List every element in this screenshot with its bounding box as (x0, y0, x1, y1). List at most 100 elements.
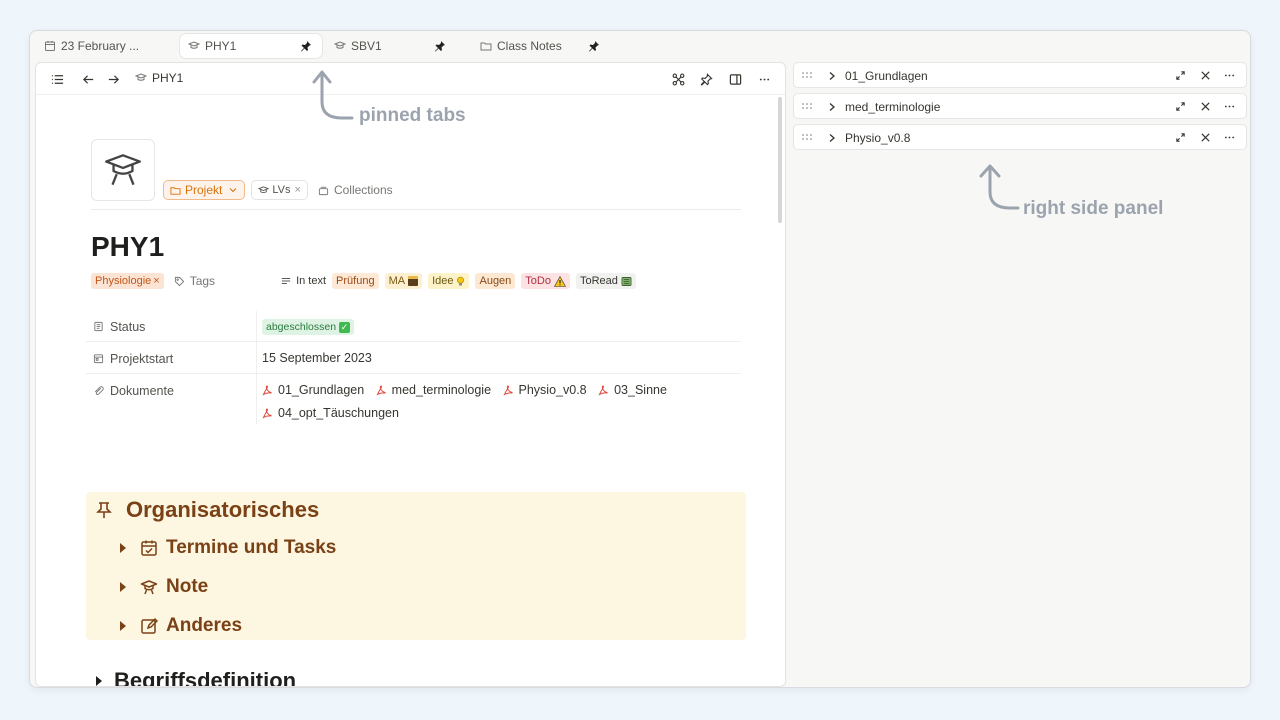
right-panel-item-label: 01_Grundlagen (845, 69, 928, 83)
pdf-icon (376, 385, 386, 396)
expand-icon[interactable] (1174, 69, 1186, 81)
callout-heading[interactable]: Organisatorisches (94, 497, 319, 523)
pin-outline-icon[interactable] (698, 71, 714, 87)
toggle-triangle-icon[interactable] (120, 621, 126, 631)
checkmark-icon: ✓ (339, 321, 351, 333)
collections-button[interactable]: Collections (314, 180, 397, 200)
toggle-termine-und-tasks[interactable]: Termine und Tasks (120, 537, 336, 559)
folder-icon (170, 186, 181, 195)
tag-row: Physiologie × Tags In text Prüfung MA Id… (91, 273, 642, 289)
list-icon[interactable] (49, 71, 65, 87)
tag-ma[interactable]: MA (384, 273, 423, 289)
toggle-triangle-icon[interactable] (120, 543, 126, 553)
page-icon[interactable] (91, 139, 155, 201)
pin-icon[interactable] (588, 40, 600, 52)
graph-icon[interactable] (670, 71, 686, 87)
tab-label: SBV1 (351, 39, 382, 53)
document-link-label: Physio_v0.8 (518, 383, 587, 397)
remove-icon[interactable]: × (153, 273, 159, 289)
chevron-right-icon[interactable] (827, 132, 837, 142)
forward-arrow-icon[interactable] (105, 71, 121, 87)
expand-icon[interactable] (1174, 100, 1186, 112)
more-icon[interactable] (1223, 100, 1235, 112)
page-title[interactable]: PHY1 (91, 231, 164, 263)
tag-pruefung[interactable]: Prüfung (332, 273, 379, 289)
tab-23-february[interactable]: 23 February ... (36, 34, 176, 58)
document-link-label: 03_Sinne (614, 383, 667, 397)
projekt-chip[interactable]: Projekt (163, 180, 246, 200)
right-panel-item[interactable]: med_terminologie (793, 93, 1247, 119)
divider (91, 209, 741, 210)
chevron-right-icon[interactable] (827, 70, 837, 80)
tag-icon (174, 276, 184, 286)
toggle-label: Anderes (166, 615, 243, 636)
drag-handle-icon[interactable] (801, 131, 813, 143)
pdf-icon (502, 385, 513, 396)
tab-sbv1[interactable]: SBV1 (326, 34, 456, 58)
toggle-begriffsdefinition[interactable]: Begriffsdefinition (96, 668, 296, 686)
tag-augen[interactable]: Augen (475, 273, 516, 289)
property-name: Dokumente (93, 384, 174, 398)
property-row-dokumente[interactable]: Dokumente 01_Grundlagen med_terminologie… (86, 374, 741, 424)
tab-bar: 23 February ... PHY1 SBV1 Class Notes (30, 31, 1250, 61)
chevron-right-icon[interactable] (827, 101, 837, 111)
expand-icon[interactable] (1174, 131, 1186, 143)
drag-handle-icon[interactable] (801, 100, 813, 112)
annotation-pinned-tabs: pinned tabs (359, 105, 466, 126)
projektstart-value[interactable]: 15 September 2023 (262, 351, 372, 365)
status-value[interactable]: abgeschlossen ✓ (262, 319, 360, 335)
lvs-chip[interactable]: LVs × (251, 180, 308, 200)
tags-button[interactable]: Tags (174, 274, 215, 288)
document-link[interactable]: med_terminologie (376, 380, 491, 401)
pin-icon[interactable] (300, 40, 312, 52)
close-icon[interactable] (1199, 131, 1211, 143)
right-panel-item[interactable]: Physio_v0.8 (793, 124, 1247, 150)
tag-idee[interactable]: Idee (428, 273, 470, 289)
editor-toolbar: PHY1 (36, 63, 785, 95)
more-icon[interactable] (756, 71, 772, 87)
drag-handle-icon[interactable] (801, 69, 813, 81)
sidebar-toggle-icon[interactable] (727, 71, 743, 87)
tag-toread[interactable]: ToRead (575, 273, 636, 289)
document-link[interactable]: 03_Sinne (598, 380, 667, 401)
property-row-status[interactable]: Status abgeschlossen ✓ (86, 311, 741, 342)
physiologie-tag[interactable]: Physiologie × (91, 273, 164, 289)
toggle-anderes[interactable]: Anderes (120, 615, 242, 637)
more-icon[interactable] (1223, 131, 1235, 143)
tag-todo[interactable]: ToDo (521, 273, 570, 289)
scrollbar[interactable] (778, 97, 782, 223)
close-icon[interactable] (1199, 100, 1211, 112)
more-icon[interactable] (1223, 69, 1235, 81)
back-arrow-icon[interactable] (80, 71, 96, 87)
document-link[interactable]: 01_Grundlagen (262, 380, 364, 401)
warning-icon (553, 275, 566, 287)
mortarboard-icon (258, 185, 270, 193)
toggle-note[interactable]: Note (120, 576, 208, 598)
mortarboard-icon (140, 578, 158, 596)
collections-icon (318, 186, 329, 195)
pin-icon[interactable] (434, 40, 446, 52)
edit-icon (140, 617, 158, 635)
right-panel-item-label: med_terminologie (845, 100, 941, 114)
property-row-projektstart[interactable]: Projektstart 15 September 2023 (86, 342, 741, 374)
status-label: Status (110, 320, 146, 334)
toggle-triangle-icon[interactable] (120, 582, 126, 592)
breadcrumb[interactable]: PHY1 (135, 71, 183, 85)
column-divider (256, 374, 257, 424)
status-badge-label: abgeschlossen (266, 321, 337, 333)
text-lines-icon (281, 278, 291, 284)
document-link[interactable]: 04_opt_Täuschungen (262, 403, 399, 424)
remove-icon[interactable]: × (295, 184, 301, 196)
properties-table: Status abgeschlossen ✓ Projektstart 15 S… (86, 311, 741, 424)
tab-class-notes[interactable]: Class Notes (472, 34, 602, 58)
tab-label: PHY1 (205, 39, 237, 53)
toggle-triangle-icon[interactable] (96, 676, 102, 686)
close-icon[interactable] (1199, 69, 1211, 81)
tags-label: Tags (189, 274, 216, 288)
tab-phy1[interactable]: PHY1 (180, 34, 322, 58)
right-panel-item[interactable]: 01_Grundlagen (793, 62, 1247, 88)
callout-heading-label: Organisatorisches (126, 497, 320, 522)
lvs-label: LVs (272, 184, 291, 196)
document-link-label: 04_opt_Täuschungen (278, 406, 399, 420)
document-link[interactable]: Physio_v0.8 (502, 380, 587, 401)
